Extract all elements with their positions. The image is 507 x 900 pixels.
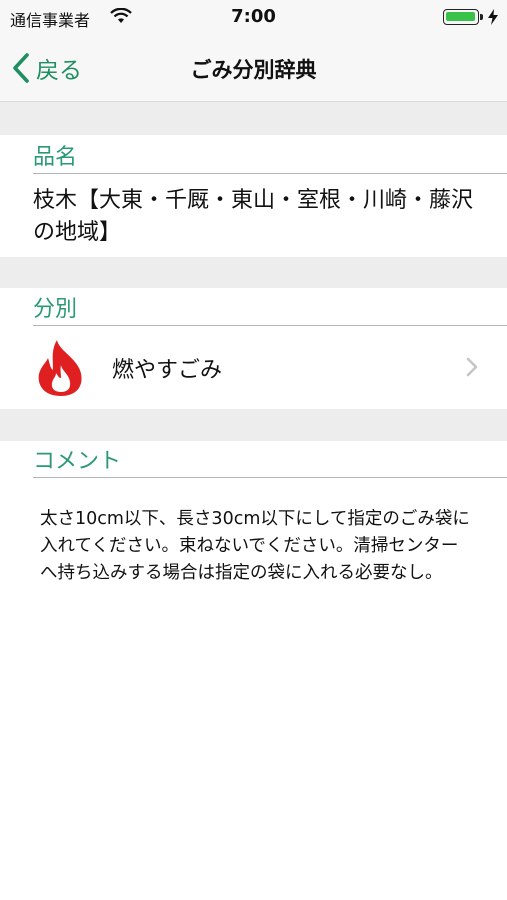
section-spacer: [0, 102, 507, 135]
status-bar: 通信事業者 7:00: [0, 0, 507, 34]
category-row[interactable]: 燃やすごみ: [0, 326, 507, 409]
item-name-value: 枝木【大東・千厩・東山・室根・川崎・藤沢の地域】: [33, 188, 474, 245]
page-title: ごみ分別辞典: [190, 58, 317, 82]
comment-header-label: コメント: [33, 449, 122, 474]
chevron-right-icon: [466, 357, 478, 377]
section-spacer: [0, 409, 507, 441]
navigation-bar: 戻る ごみ分別辞典: [0, 34, 507, 102]
battery-nub: [480, 14, 483, 20]
category-header: 分別: [33, 288, 507, 326]
item-name-header-label: 品名: [33, 145, 78, 170]
comment-header: コメント: [33, 440, 507, 478]
comment-text: 太さ10cm以下、長さ30cm以下にして指定のごみ袋に入れてください。束ねないで…: [40, 509, 470, 583]
battery-icon: [443, 9, 479, 25]
fire-icon: [38, 340, 82, 396]
battery-fill: [446, 12, 475, 21]
section-spacer: [0, 257, 507, 288]
category-label: 燃やすごみ: [112, 358, 223, 383]
item-name-header: 品名: [33, 136, 507, 174]
clock: 7:00: [231, 6, 276, 27]
charging-bolt-icon: [488, 9, 498, 25]
category-header-label: 分別: [33, 297, 78, 322]
